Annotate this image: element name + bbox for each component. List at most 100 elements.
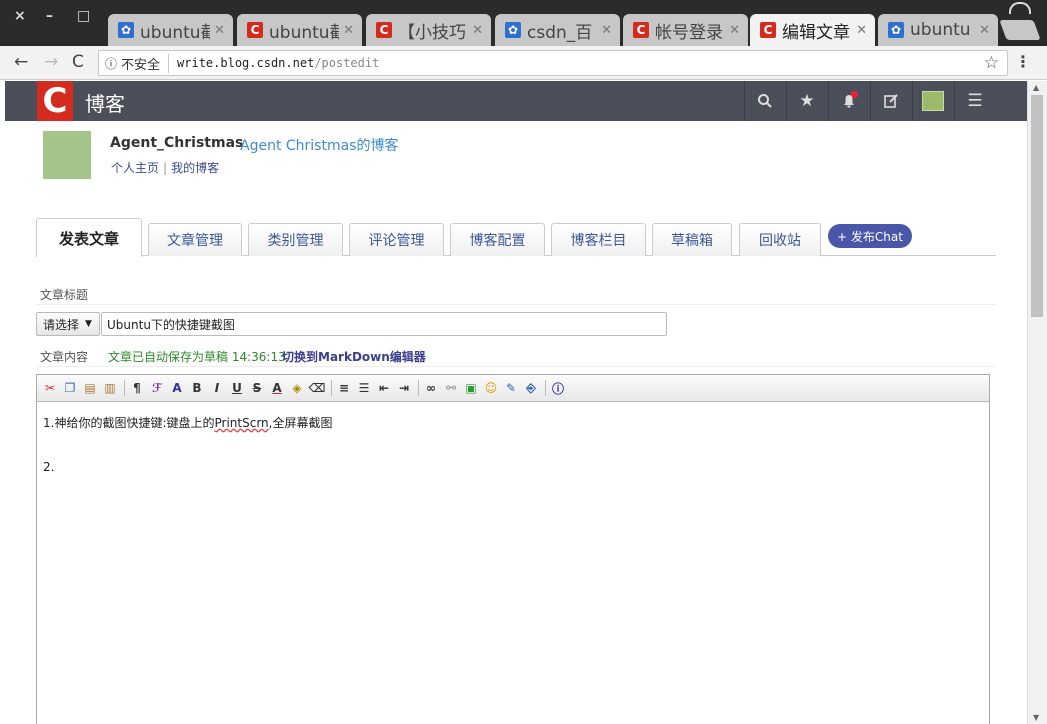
tab-title: csdn_百: [527, 22, 593, 43]
font-color-icon[interactable]: A: [268, 379, 286, 397]
rich-text-editor: ✂ ❐ ▤ ▥ ¶ ℱ A B I U S A ◈ ⌫ ≡ ☰ ⇤ ⇥ ∞ ⚯ …: [36, 374, 990, 724]
browser-tab[interactable]: ✿ ubuntu截 ✕: [108, 14, 233, 46]
tab-recycle-bin[interactable]: 回收站: [739, 223, 821, 256]
browser-tab[interactable]: C ubuntu截 ✕: [237, 14, 362, 46]
link-separator: |: [163, 161, 168, 175]
bold-icon[interactable]: B: [188, 379, 206, 397]
close-icon[interactable]: ✕: [601, 23, 612, 38]
avatar: [922, 91, 944, 111]
paw-icon: ✿: [118, 22, 134, 38]
key-name: PrintScrn: [214, 416, 269, 430]
font-family-icon[interactable]: ℱ: [148, 379, 166, 397]
outdent-icon[interactable]: ⇤: [375, 379, 393, 397]
csdn-header: C 博客 ★ ☰: [5, 81, 1027, 121]
link-icon[interactable]: ∞: [422, 379, 440, 397]
address-bar[interactable]: ⓘ 不安全 write.blog.csdn.net/postedit ☆: [98, 50, 1008, 76]
edit-icon[interactable]: [870, 81, 911, 121]
close-icon[interactable]: ✕: [472, 23, 483, 38]
scroll-down-arrow-icon[interactable]: ▼: [1033, 713, 1039, 722]
close-icon[interactable]: ✕: [729, 23, 740, 38]
close-window-button[interactable]: ×: [14, 8, 26, 24]
article-title-input[interactable]: Ubuntu下的快捷键截图: [101, 312, 667, 336]
close-icon[interactable]: ✕: [343, 23, 354, 38]
username[interactable]: Agent_Christmas: [110, 135, 243, 151]
unlink-icon[interactable]: ⚯: [442, 379, 460, 397]
underline-icon[interactable]: U: [228, 379, 246, 397]
indent-icon[interactable]: ⇥: [395, 379, 413, 397]
cut-icon[interactable]: ✂: [41, 379, 59, 397]
info-icon[interactable]: ⓘ: [105, 55, 117, 72]
browser-tab[interactable]: ✿ csdn_百 ✕: [495, 14, 620, 46]
bell-icon[interactable]: [828, 81, 869, 121]
reload-icon[interactable]: C: [72, 52, 84, 72]
scroll-up-arrow-icon[interactable]: ▲: [1033, 83, 1039, 92]
media-icon[interactable]: ⎆: [522, 379, 540, 397]
csdn-icon: C: [376, 22, 392, 38]
italic-icon[interactable]: I: [208, 379, 226, 397]
search-icon[interactable]: [744, 81, 785, 121]
copy-icon[interactable]: ❐: [61, 379, 79, 397]
code-icon[interactable]: ✎: [502, 379, 520, 397]
tab-article-management[interactable]: 文章管理: [148, 223, 242, 256]
blog-name-link[interactable]: Agent Christmas的博客: [240, 135, 398, 155]
editor-line: 2.: [43, 460, 55, 474]
paste-word-icon[interactable]: ▥: [101, 379, 119, 397]
tab-comment-management[interactable]: 评论管理: [349, 223, 444, 256]
tab-blog-columns[interactable]: 博客栏目: [551, 223, 646, 256]
bullet-list-icon[interactable]: ☰: [355, 379, 373, 397]
publish-chat-button[interactable]: + 发布Chat: [828, 224, 912, 248]
close-icon[interactable]: ✕: [214, 23, 225, 38]
page-scrollbar[interactable]: ▲ ▼: [1027, 81, 1047, 724]
star-icon[interactable]: ★: [786, 81, 827, 121]
personal-home-link[interactable]: 个人主页: [111, 161, 159, 175]
tab-publish-article[interactable]: 发表文章: [36, 218, 142, 257]
user-avatar[interactable]: [43, 131, 91, 179]
bookmark-star-icon[interactable]: ☆: [984, 53, 999, 73]
browser-tab[interactable]: C 帐号登录 ✕: [623, 14, 748, 46]
browser-tab[interactable]: ✿ ubuntu ✕: [878, 14, 998, 46]
maximize-window-button[interactable]: □: [77, 8, 90, 24]
caret-down-icon: ▼: [85, 319, 92, 329]
emoji-icon[interactable]: ☺: [482, 379, 500, 397]
csdn-icon: C: [633, 22, 649, 38]
about-icon[interactable]: ⓘ: [549, 379, 567, 397]
toolbar-separator: [545, 380, 546, 396]
line-text: ,全屏幕截图: [268, 416, 333, 430]
tab-category-management[interactable]: 类别管理: [248, 223, 343, 256]
csdn-logo[interactable]: C: [37, 81, 73, 121]
minimize-window-button[interactable]: –: [46, 8, 53, 24]
font-size-icon[interactable]: A: [168, 379, 186, 397]
my-blog-link[interactable]: 我的博客: [171, 161, 219, 175]
format-icon[interactable]: ¶: [128, 379, 146, 397]
web-page: C 博客 ★ ☰ Agent_Christmas Agent Christmas…: [0, 81, 1027, 724]
header-title[interactable]: 博客: [85, 88, 125, 117]
url-host: write.blog.csdn.net: [177, 56, 315, 70]
eraser-icon[interactable]: ⌫: [308, 379, 326, 397]
align-icon[interactable]: ≡: [335, 379, 353, 397]
highlight-icon[interactable]: ◈: [288, 379, 306, 397]
switch-markdown-link[interactable]: 切换到MarkDown编辑器: [282, 348, 426, 365]
tab-blog-config[interactable]: 博客配置: [450, 223, 545, 256]
strikethrough-icon[interactable]: S: [248, 379, 266, 397]
url-path: /postedit: [314, 56, 380, 70]
browser-tab[interactable]: C 【小技巧 ✕: [366, 14, 491, 46]
user-avatar-button[interactable]: [912, 81, 953, 121]
browser-tab-active[interactable]: C 编辑文章 ✕: [750, 14, 875, 46]
new-tab-button[interactable]: [999, 20, 1041, 40]
back-arrow-icon[interactable]: ←: [14, 52, 28, 72]
content-label: 文章内容: [40, 350, 89, 364]
close-icon[interactable]: ✕: [979, 23, 990, 38]
image-icon[interactable]: ▣: [462, 379, 480, 397]
scrollbar-thumb[interactable]: [1031, 95, 1043, 317]
forward-arrow-icon[interactable]: →: [44, 52, 58, 72]
paste-icon[interactable]: ▤: [81, 379, 99, 397]
hamburger-menu-icon[interactable]: ☰: [954, 81, 995, 121]
category-select[interactable]: 请选择 ▼: [36, 312, 100, 336]
browser-menu-icon[interactable]: ⋮: [1015, 52, 1031, 71]
profile-icon[interactable]: [1009, 2, 1031, 14]
tab-drafts[interactable]: 草稿箱: [652, 223, 732, 256]
divider: [36, 366, 996, 367]
close-icon[interactable]: ✕: [856, 23, 867, 38]
editor-content[interactable]: 1.神给你的截图快捷键:键盘上的PrintScrn,全屏幕截图 2.: [37, 402, 989, 495]
editor-line: [43, 437, 983, 460]
